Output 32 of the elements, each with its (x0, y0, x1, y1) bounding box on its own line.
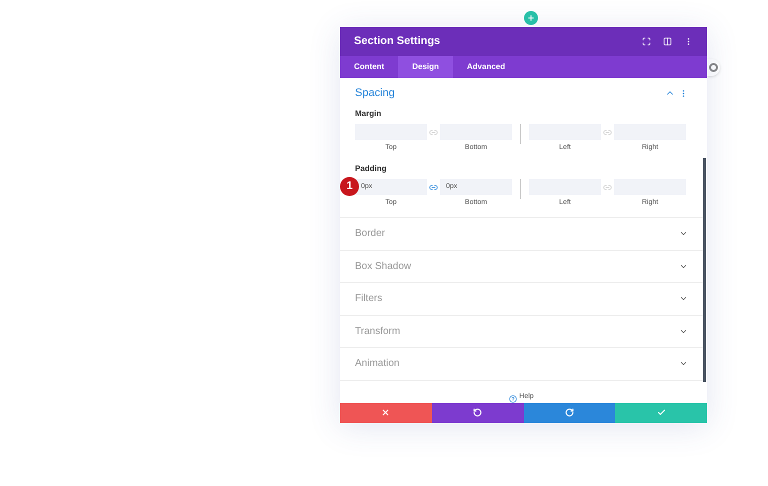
field-label: Padding (355, 162, 388, 174)
link-icon[interactable] (429, 128, 438, 137)
columns-icon[interactable] (663, 37, 672, 46)
expand-icon[interactable] (642, 37, 651, 46)
link-icon[interactable] (603, 182, 612, 192)
close-icon (381, 408, 390, 417)
section-title[interactable]: Spacing (355, 84, 395, 102)
redo-icon (564, 408, 574, 417)
step-badge: 1 (340, 176, 359, 196)
link-icon[interactable] (603, 128, 612, 137)
section-row[interactable]: Animation (340, 347, 703, 380)
section-row[interactable]: Filters (340, 282, 703, 314)
checkmark-icon (656, 408, 666, 417)
window-title: Section Settings (354, 34, 440, 50)
tab[interactable]: Content (340, 56, 398, 78)
add-button[interactable] (524, 11, 538, 25)
undo-button[interactable] (432, 402, 524, 422)
redo-button[interactable] (524, 402, 616, 422)
undo-icon (473, 408, 482, 417)
help-icon[interactable] (509, 394, 518, 402)
scrollbar[interactable] (703, 158, 706, 382)
field-label: Margin (355, 108, 382, 120)
settings-icon[interactable] (707, 59, 720, 76)
tab[interactable]: Advanced (452, 56, 520, 78)
section-row[interactable]: Transform (340, 314, 703, 347)
link-icon[interactable] (429, 182, 438, 192)
cancel-button[interactable] (340, 402, 432, 422)
section-row[interactable]: Border (340, 217, 703, 250)
save-button[interactable] (615, 402, 707, 422)
plus-icon (527, 14, 535, 22)
tab[interactable]: Design (398, 56, 453, 78)
section-row[interactable]: Box Shadow (340, 250, 703, 282)
